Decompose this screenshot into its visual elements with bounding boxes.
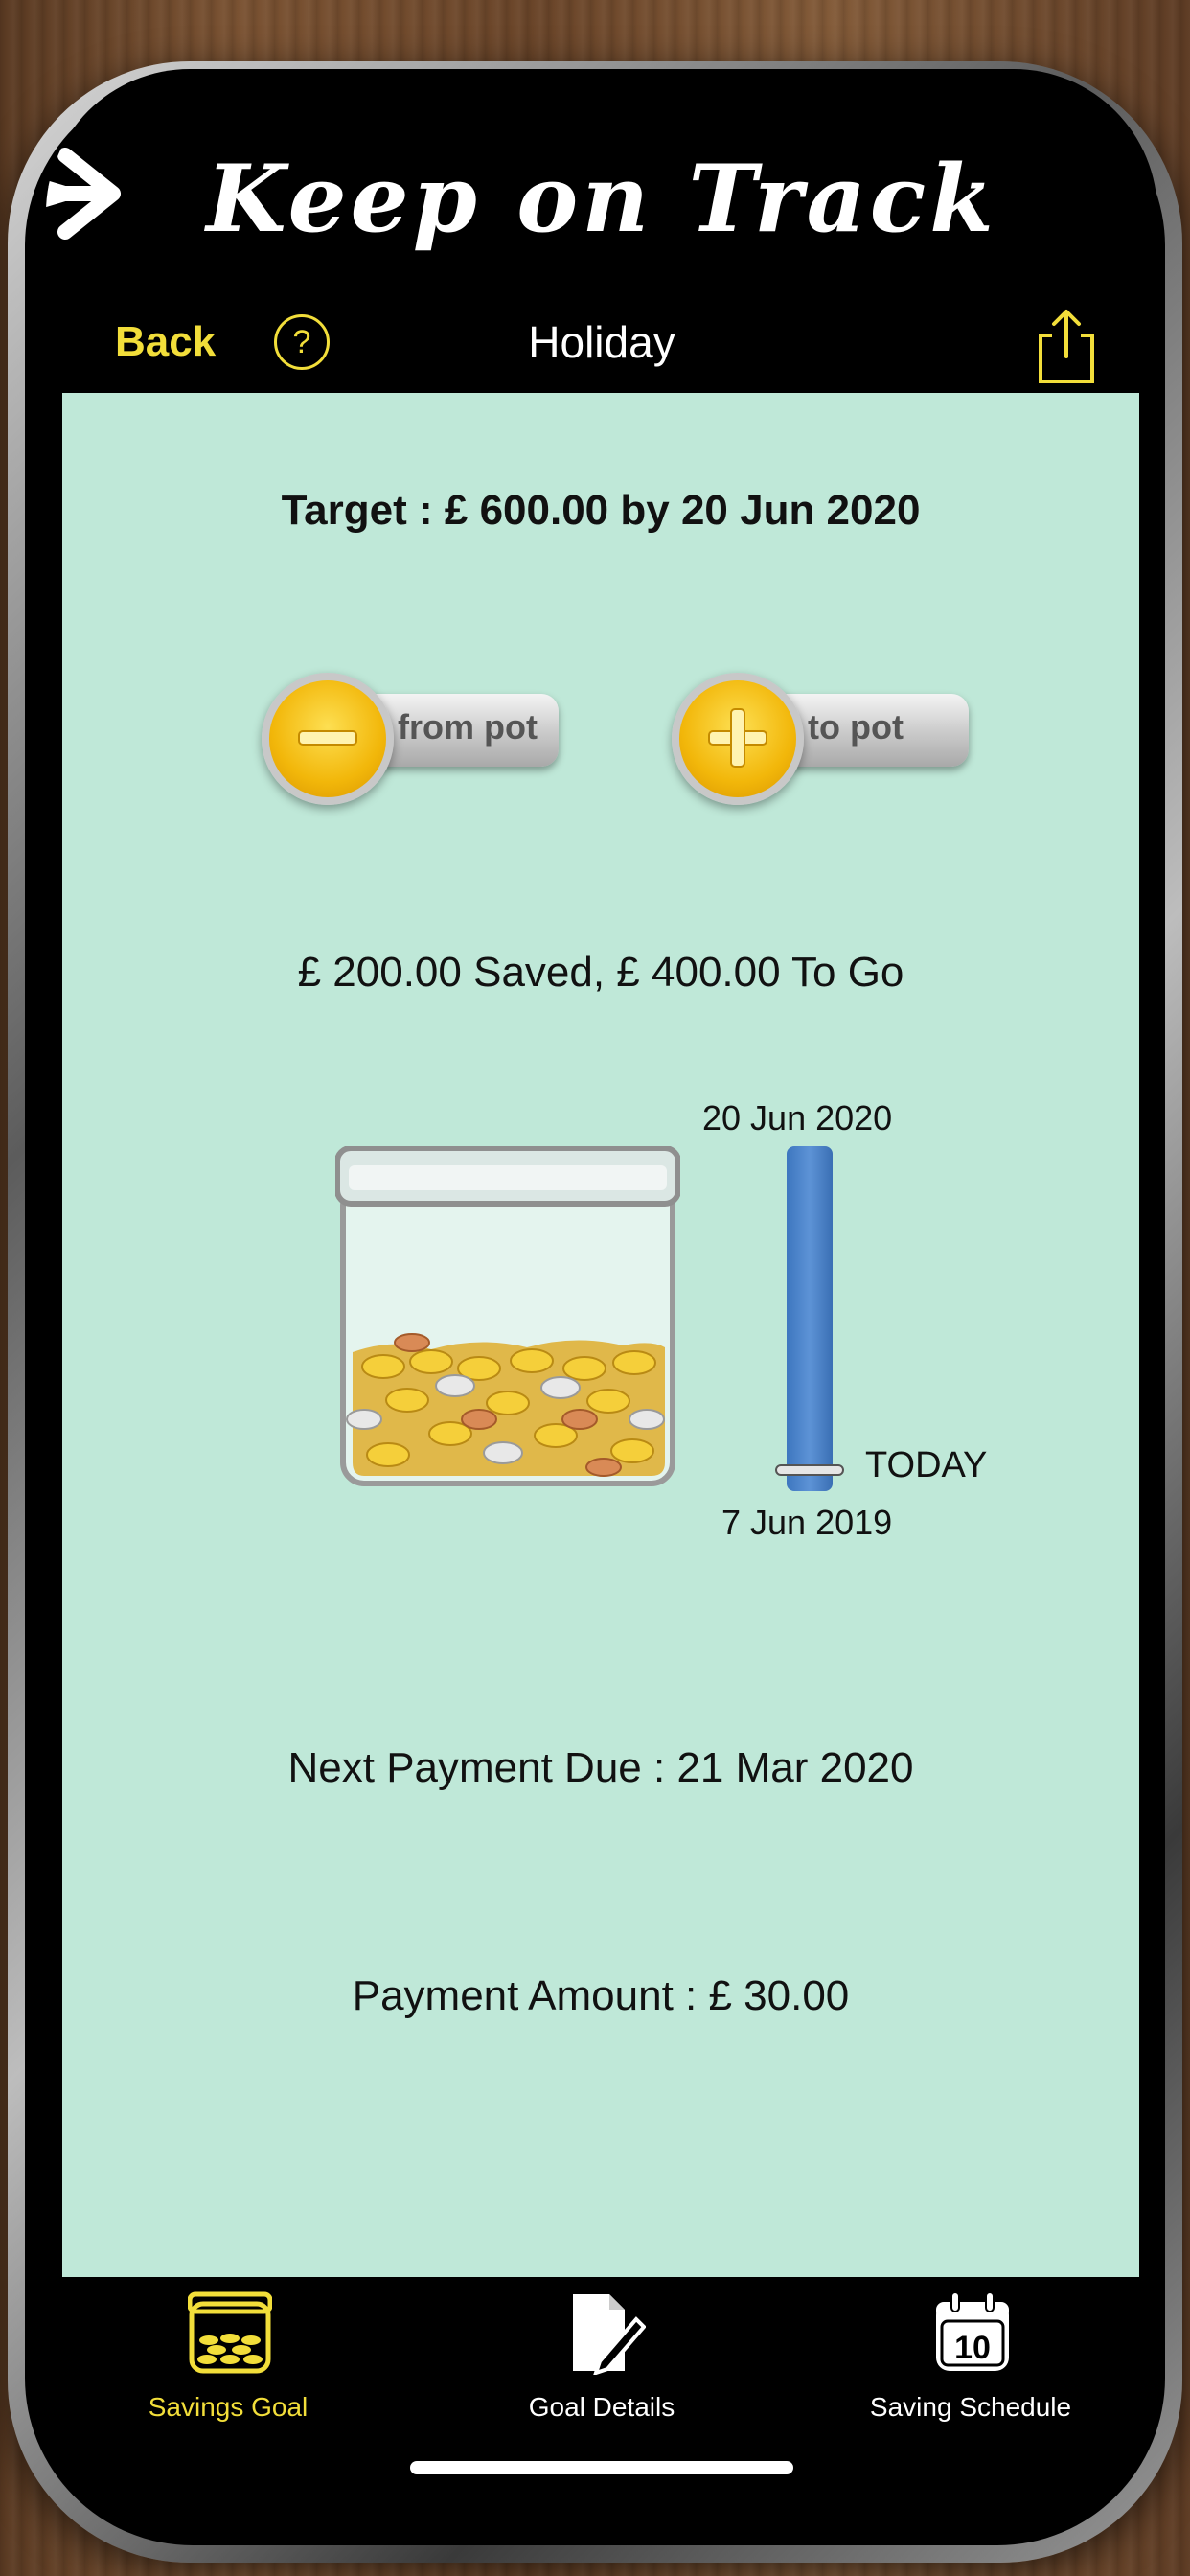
tab-saving-schedule[interactable]: 10 Saving Schedule	[827, 2279, 1114, 2423]
tab-savings-goal[interactable]: Savings Goal	[84, 2279, 372, 2423]
app-banner-title: Keep on Track	[206, 144, 997, 253]
timeline-end-date: 20 Jun 2020	[702, 1098, 893, 1138]
coin-jar-icon	[188, 2291, 272, 2374]
tab-label: Saving Schedule	[869, 2392, 1072, 2422]
target-text: Target : £ 600.00 by 20 Jun 2020	[281, 487, 921, 534]
from-pot-button[interactable]: from pot	[262, 673, 564, 805]
to-pot-button[interactable]: to pot	[672, 673, 974, 805]
home-indicator[interactable]	[410, 2461, 793, 2474]
from-pot-label: from pot	[398, 707, 538, 747]
minus-icon	[262, 673, 394, 805]
tab-label: Savings Goal	[148, 2392, 309, 2422]
tab-bar: Savings Goal Goal Details 10 Saving Sche…	[46, 2279, 1157, 2451]
today-label: TODAY	[865, 1445, 988, 1485]
calendar-badge: 10	[954, 2330, 991, 2366]
timeline-bar	[787, 1146, 833, 1491]
payment-amount: Payment Amount : £ 30.00	[352, 1972, 850, 2019]
document-edit-icon	[573, 2294, 646, 2375]
page-title: Holiday	[528, 317, 675, 367]
to-pot-label: to pot	[808, 707, 904, 747]
coin-jar-icon	[335, 1146, 680, 1486]
share-icon[interactable]	[1033, 307, 1100, 387]
calendar-icon: 10	[936, 2291, 1009, 2371]
today-marker	[775, 1464, 844, 1476]
app-screen: Keep on Track Back ? Holiday Target : £ …	[46, 69, 1157, 2522]
navigation-bar: Back ? Holiday	[46, 289, 1157, 404]
saved-summary: £ 200.00 Saved, £ 400.00 To Go	[297, 949, 904, 996]
savings-goal-panel: Target : £ 600.00 by 20 Jun 2020 from po…	[62, 393, 1139, 2277]
next-payment-due: Next Payment Due : 21 Mar 2020	[287, 1744, 914, 1791]
tab-label: Goal Details	[528, 2392, 675, 2422]
timeline-start-date: 7 Jun 2019	[721, 1503, 893, 1542]
plus-icon	[672, 673, 804, 805]
tab-goal-details[interactable]: Goal Details	[458, 2279, 745, 2423]
